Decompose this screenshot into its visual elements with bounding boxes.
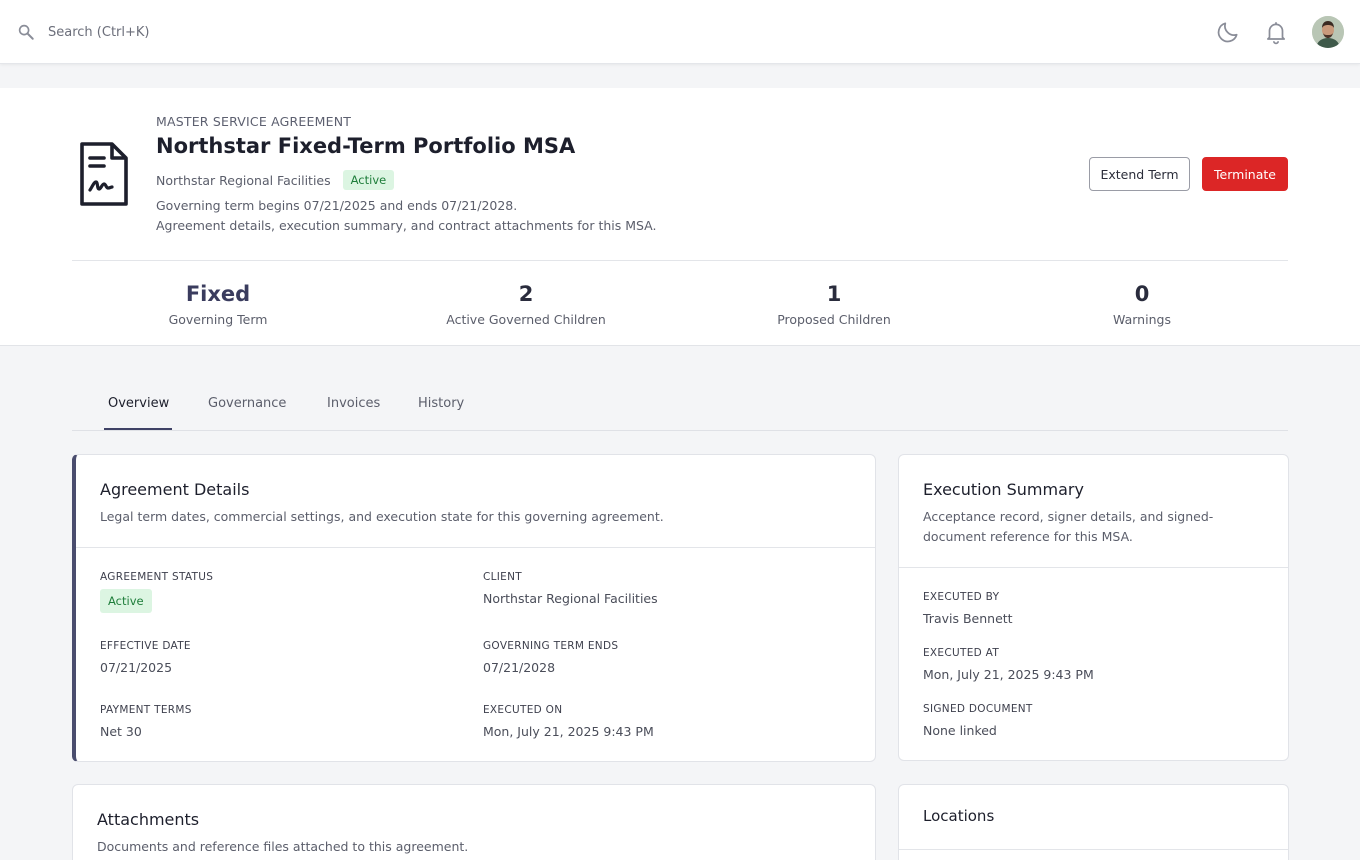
field-value: Northstar Regional Facilities (483, 591, 658, 606)
status-badge: Active (100, 589, 152, 613)
tab-overview[interactable]: Overview (108, 396, 169, 431)
agreement-details-card: Agreement Details Legal term dates, comm… (72, 454, 876, 762)
stat-value: Fixed (185, 282, 251, 306)
stat-governing-term: Fixed Governing Term (64, 280, 372, 327)
page-description: Agreement details, execution summary, an… (156, 218, 657, 233)
card-title: Attachments (97, 810, 200, 829)
stat-value: 0 (1134, 282, 1150, 306)
search-input[interactable] (48, 20, 448, 44)
field-value: Travis Bennett (923, 611, 1013, 626)
header-divider (72, 260, 1288, 261)
avatar[interactable] (1312, 16, 1344, 48)
field-value: Mon, July 21, 2025 9:43 PM (923, 667, 1094, 682)
terminate-button[interactable]: Terminate (1202, 157, 1288, 191)
field-value: 07/21/2025 (100, 660, 173, 675)
card-divider (76, 547, 875, 548)
card-subtitle: Legal term dates, commercial settings, a… (100, 509, 664, 524)
tab-governance[interactable]: Governance (208, 396, 286, 431)
stat-label: Active Governed Children (446, 312, 606, 327)
attachments-card: Attachments Documents and reference file… (72, 784, 876, 860)
field-label: PAYMENT TERMS (100, 704, 192, 716)
agreement-type: MASTER SERVICE AGREEMENT (156, 114, 352, 129)
card-subtitle: Documents and reference files attached t… (97, 839, 469, 854)
field-value: Mon, July 21, 2025 9:43 PM (483, 724, 654, 739)
card-subtitle: document reference for this MSA. (923, 529, 1133, 544)
stat-warnings: 0 Warnings (988, 280, 1296, 327)
tab-invoices[interactable]: Invoices (327, 396, 380, 431)
field-label: SIGNED DOCUMENT (923, 703, 1033, 715)
card-divider (899, 567, 1288, 568)
card-title: Agreement Details (100, 480, 250, 499)
term-description: Governing term begins 07/21/2025 and end… (156, 198, 518, 213)
extend-term-button[interactable]: Extend Term (1089, 157, 1190, 191)
agreement-header: MASTER SERVICE AGREEMENT Northstar Fixed… (0, 88, 1360, 346)
search-icon[interactable] (17, 23, 35, 41)
stat-proposed-children: 1 Proposed Children (680, 280, 988, 327)
field-label: EXECUTED ON (483, 704, 563, 716)
execution-summary-card: Execution Summary Acceptance record, sig… (898, 454, 1289, 761)
top-bar (0, 0, 1360, 64)
bell-icon[interactable] (1263, 19, 1289, 45)
field-label: EXECUTED BY (923, 591, 1000, 603)
page-title: Northstar Fixed-Term Portfolio MSA (156, 134, 576, 158)
stat-label: Proposed Children (777, 312, 891, 327)
stat-label: Warnings (1113, 312, 1171, 327)
stat-label: Governing Term (168, 312, 268, 327)
tab-history[interactable]: History (418, 396, 464, 431)
field-value: 07/21/2028 (483, 660, 556, 675)
stats-row: Fixed Governing Term 2 Active Governed C… (64, 280, 1296, 327)
signed-document-icon (80, 142, 128, 206)
field-value: Net 30 (100, 724, 142, 739)
moon-icon[interactable] (1215, 19, 1241, 45)
tab-bar: Overview Governance Invoices History (72, 388, 1288, 431)
status-badge: Active (342, 170, 395, 190)
field-label: AGREEMENT STATUS (100, 571, 214, 583)
stat-value: 1 (826, 282, 842, 306)
field-label: CLIENT (483, 571, 522, 583)
stat-value: 2 (518, 282, 534, 306)
active-tab-indicator (104, 428, 172, 430)
client-name: Northstar Regional Facilities (156, 172, 331, 188)
field-label: EXECUTED AT (923, 647, 1000, 659)
field-label: EFFECTIVE DATE (100, 640, 191, 652)
card-subtitle: Acceptance record, signer details, and s… (923, 509, 1214, 524)
stat-active-children: 2 Active Governed Children (372, 280, 680, 327)
field-value: None linked (923, 723, 997, 738)
locations-card: Locations (898, 784, 1289, 860)
card-title: Locations (923, 807, 995, 825)
card-title: Execution Summary (923, 480, 1084, 499)
client-line: Northstar Regional Facilities Active (156, 170, 395, 190)
card-divider (899, 849, 1288, 850)
field-label: GOVERNING TERM ENDS (483, 640, 619, 652)
